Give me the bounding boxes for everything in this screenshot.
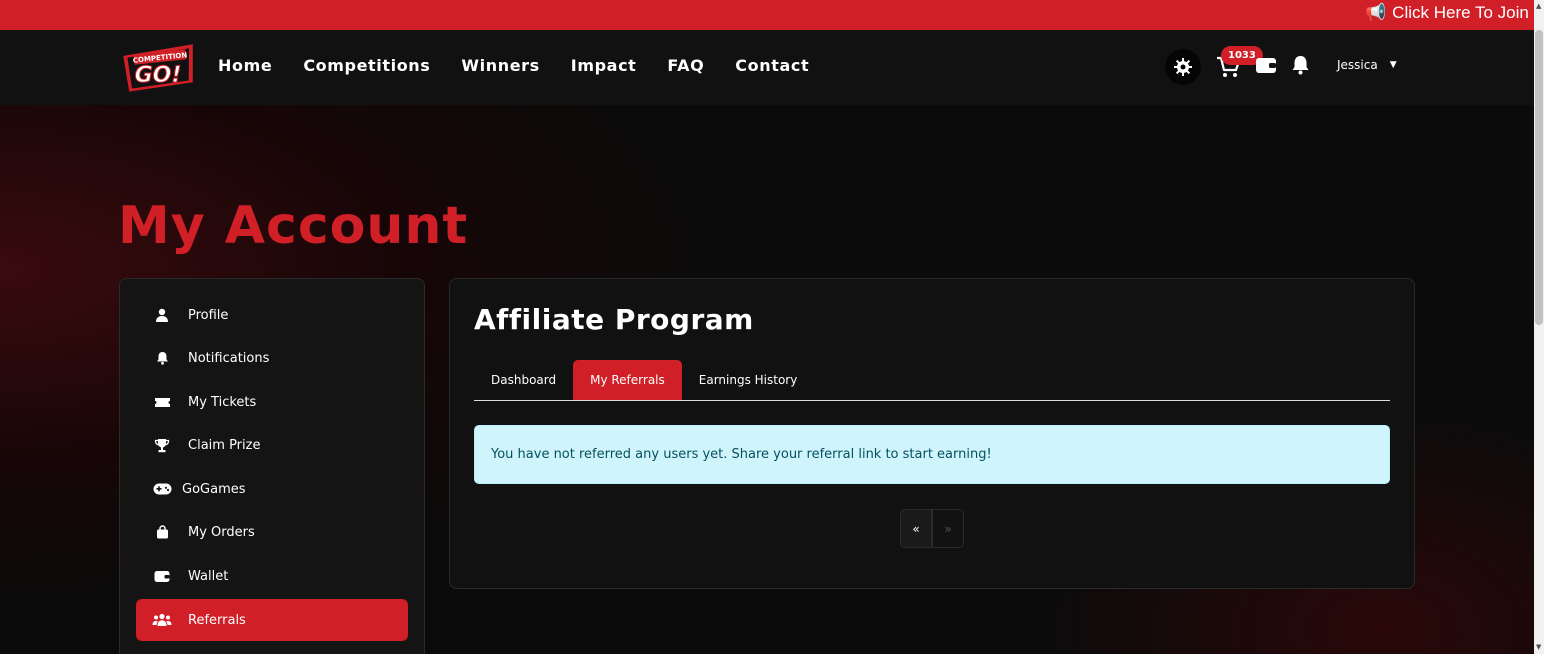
sidebar-item-referrals[interactable]: Referrals (136, 599, 408, 641)
nav-faq[interactable]: FAQ (667, 56, 704, 75)
wallet-icon (152, 568, 172, 584)
user-icon (152, 307, 172, 323)
pagination: « » (900, 509, 964, 548)
affiliate-tabs: Dashboard My Referrals Earnings History (474, 360, 1390, 401)
main-nav: Home Competitions Winners Impact FAQ Con… (218, 56, 840, 75)
sidebar-item-wallet[interactable]: Wallet (136, 555, 408, 597)
logo-big-text: GO! (135, 63, 182, 88)
theme-settings-button[interactable] (1165, 49, 1201, 85)
shopping-bag-icon (152, 524, 172, 540)
sidebar-item-label: GoGames (182, 481, 246, 497)
caret-down-icon: ▼ (1389, 60, 1397, 70)
announcement-link[interactable]: 📢 Click Here To Join o (1365, 3, 1543, 23)
ticket-icon (152, 394, 172, 410)
pagination-next-button[interactable]: » (932, 509, 964, 548)
pagination-prev-button[interactable]: « (900, 509, 932, 548)
user-menu-toggle[interactable]: Jessica ▼ (1337, 58, 1397, 72)
trophy-icon (152, 437, 172, 453)
bell-icon (1292, 56, 1309, 75)
gamepad-icon (152, 481, 172, 497)
sidebar-item-notifications[interactable]: Notifications (136, 337, 408, 379)
affiliate-program-card: Affiliate Program Dashboard My Referrals… (449, 278, 1415, 589)
wallet-button[interactable] (1255, 56, 1277, 78)
card-title: Affiliate Program (474, 303, 754, 336)
account-sidebar: Profile Notifications My Tickets Claim P… (119, 278, 425, 654)
wallet-icon (1256, 58, 1276, 73)
top-navbar: COMPETITION GO! Home Competitions Winner… (0, 30, 1534, 105)
scroll-down-arrow-icon[interactable]: ▼ (1536, 643, 1541, 651)
gear-icon (1174, 58, 1192, 76)
scrollbar-thumb[interactable] (1535, 30, 1543, 325)
user-name: Jessica (1337, 58, 1378, 72)
nav-competitions[interactable]: Competitions (303, 56, 430, 75)
sidebar-item-profile[interactable]: Profile (136, 294, 408, 336)
announcement-text[interactable]: Click Here To Join o (1392, 3, 1543, 22)
sidebar-item-claim-prize[interactable]: Claim Prize (136, 424, 408, 466)
sidebar-item-label: Wallet (188, 568, 229, 584)
sidebar-item-label: Claim Prize (188, 437, 261, 453)
nav-impact[interactable]: Impact (571, 56, 637, 75)
tab-my-referrals[interactable]: My Referrals (573, 360, 682, 400)
sidebar-item-label: Referrals (188, 612, 246, 628)
megaphone-icon: 📢 (1365, 3, 1387, 22)
sidebar-item-gogames[interactable]: GoGames (136, 468, 408, 510)
nav-home[interactable]: Home (218, 56, 272, 75)
notifications-button[interactable] (1291, 55, 1310, 79)
nav-winners[interactable]: Winners (461, 56, 539, 75)
no-referrals-alert: You have not referred any users yet. Sha… (474, 425, 1390, 484)
announcement-bar[interactable]: 📢 Click Here To Join o (0, 0, 1544, 30)
sidebar-item-label: My Orders (188, 524, 255, 540)
tab-dashboard[interactable]: Dashboard (474, 360, 573, 400)
sidebar-item-label: My Tickets (188, 394, 257, 410)
nav-contact[interactable]: Contact (735, 56, 809, 75)
sidebar-item-my-tickets[interactable]: My Tickets (136, 381, 408, 423)
bell-icon (152, 350, 172, 366)
users-icon (152, 612, 172, 628)
tab-earnings-history[interactable]: Earnings History (682, 360, 815, 400)
sidebar-item-label: Profile (188, 307, 229, 323)
site-logo[interactable]: COMPETITION GO! (120, 44, 198, 92)
scroll-up-arrow-icon[interactable]: ▲ (1536, 2, 1541, 10)
sidebar-item-my-orders[interactable]: My Orders (136, 511, 408, 553)
page-title: My Account (118, 196, 469, 256)
sidebar-item-label: Notifications (188, 350, 270, 366)
